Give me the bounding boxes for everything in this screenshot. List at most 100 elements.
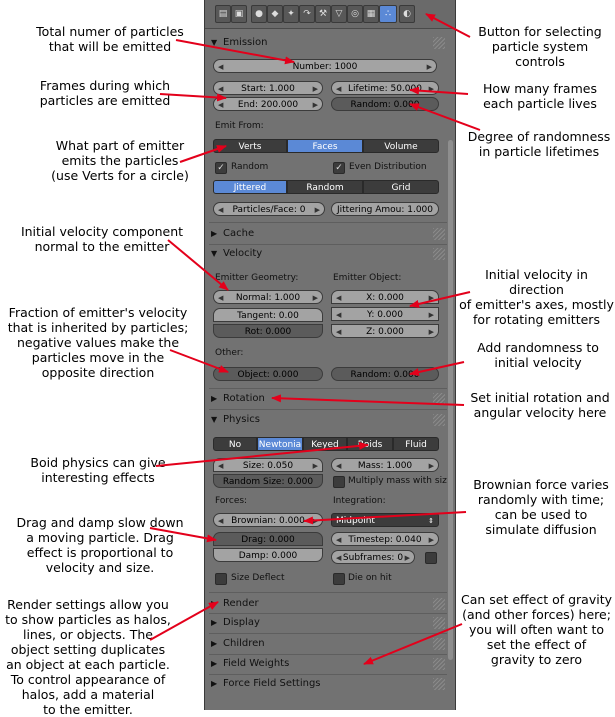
physics-type-keyed[interactable]: Keyed xyxy=(303,437,347,451)
tab-texture[interactable]: ◎ xyxy=(347,5,363,23)
tab-render[interactable]: ▤ xyxy=(215,5,231,23)
emission-header[interactable]: ▼ Emission xyxy=(211,34,447,52)
distribution-jittered[interactable]: Jittered xyxy=(213,180,287,194)
decrement-arrow-icon[interactable]: ◀ xyxy=(336,325,341,339)
decrement-arrow-icon[interactable]: ◀ xyxy=(218,291,223,305)
physics-type-newtonian[interactable]: Newtonia xyxy=(257,437,303,451)
physics-type-boids[interactable]: Boids xyxy=(347,437,393,451)
increment-arrow-icon[interactable]: ▶ xyxy=(427,60,432,74)
tab-particles[interactable]: ∴ xyxy=(379,5,397,23)
decrement-arrow-icon[interactable]: ◀ xyxy=(336,291,341,305)
drag-handle-icon[interactable] xyxy=(433,228,445,240)
tab-world[interactable]: ● xyxy=(251,5,267,23)
mass-field[interactable]: ◀ Mass: 1.000 ▶ xyxy=(331,458,439,472)
tangent-velocity-field[interactable]: Tangent: 0.00 xyxy=(213,308,323,322)
drag-handle-icon[interactable] xyxy=(433,617,445,629)
increment-arrow-icon[interactable]: ▶ xyxy=(429,459,434,473)
subframes-option-checkbox[interactable] xyxy=(425,552,437,564)
tab-scene[interactable]: ▣ xyxy=(231,5,247,23)
render-header[interactable]: ▶ Render xyxy=(211,595,447,613)
drag-handle-icon[interactable] xyxy=(433,393,445,405)
increment-arrow-icon[interactable]: ▶ xyxy=(429,308,434,322)
damp-field[interactable]: Damp: 0.000 xyxy=(213,548,323,562)
object-velocity-field[interactable]: Object: 0.000 xyxy=(213,367,323,381)
rotation-header[interactable]: ▶ Rotation xyxy=(211,390,447,408)
tab-data[interactable]: ⚒ xyxy=(315,5,331,23)
drag-handle-icon[interactable] xyxy=(433,37,445,49)
velocity-header[interactable]: ▼ Velocity xyxy=(211,245,447,263)
physics-header[interactable]: ▼ Physics xyxy=(211,411,447,429)
decrement-arrow-icon[interactable]: ◀ xyxy=(218,514,223,528)
force-field-settings-header[interactable]: ▶ Force Field Settings xyxy=(211,675,447,693)
rot-field[interactable]: Rot: 0.000 xyxy=(213,324,323,338)
lifetime-field[interactable]: ◀ Lifetime: 50.000 ▶ xyxy=(331,81,439,95)
decrement-arrow-icon[interactable]: ◀ xyxy=(218,203,223,217)
increment-arrow-icon[interactable]: ▶ xyxy=(429,325,434,339)
subframes-field[interactable]: ◀ Subframes: 0 ▶ xyxy=(331,550,415,564)
panel-scrollbar[interactable] xyxy=(448,140,453,660)
decrement-arrow-icon[interactable]: ◀ xyxy=(336,551,341,565)
display-header[interactable]: ▶ Display xyxy=(211,614,447,632)
increment-arrow-icon[interactable]: ▶ xyxy=(429,291,434,305)
tab-constraints[interactable]: ✦ xyxy=(283,5,299,23)
random-size-field[interactable]: Random Size: 0.000 xyxy=(213,474,323,488)
object-z-field[interactable]: ◀ Z: 0.000 ▶ xyxy=(331,324,439,338)
tab-object[interactable]: ◆ xyxy=(267,5,283,23)
drag-handle-icon[interactable] xyxy=(433,598,445,610)
tab-physics-other[interactable]: ▦ xyxy=(363,5,379,23)
brownian-field[interactable]: ◀ Brownian: 0.000 ▶ xyxy=(213,513,323,527)
drag-handle-icon[interactable] xyxy=(433,248,445,260)
tab-material[interactable]: ▽ xyxy=(331,5,347,23)
particles-per-face-field[interactable]: ◀ Particles/Face: 0 ▶ xyxy=(213,202,325,216)
decrement-arrow-icon[interactable]: ◀ xyxy=(218,82,223,96)
random-checkbox[interactable]: ✓ xyxy=(215,162,227,174)
decrement-arrow-icon[interactable]: ◀ xyxy=(336,459,341,473)
increment-arrow-icon[interactable]: ▶ xyxy=(313,98,318,112)
tab-modifiers[interactable]: ↷ xyxy=(299,5,315,23)
size-field[interactable]: ◀ Size: 0.050 ▶ xyxy=(213,458,323,472)
decrement-arrow-icon[interactable]: ◀ xyxy=(218,459,223,473)
die-on-hit-checkbox[interactable] xyxy=(333,573,345,585)
normal-velocity-field[interactable]: ◀ Normal: 1.000 ▶ xyxy=(213,290,323,304)
children-header[interactable]: ▶ Children xyxy=(211,635,447,653)
increment-arrow-icon[interactable]: ▶ xyxy=(405,551,410,565)
increment-arrow-icon[interactable]: ▶ xyxy=(313,291,318,305)
emit-from-volume[interactable]: Volume xyxy=(363,139,439,153)
physics-type-fluid[interactable]: Fluid xyxy=(393,437,439,451)
distribution-grid[interactable]: Grid xyxy=(363,180,439,194)
jittering-amount-field[interactable]: Jittering Amou: 1.000 xyxy=(331,202,439,216)
physics-type-no[interactable]: No xyxy=(213,437,257,451)
velocity-random-field[interactable]: Random: 0.000 xyxy=(331,367,439,381)
decrement-arrow-icon[interactable]: ◀ xyxy=(336,82,341,96)
drag-field[interactable]: Drag: 0.000 xyxy=(213,532,323,546)
drag-handle-icon[interactable] xyxy=(433,658,445,670)
size-deflect-checkbox[interactable] xyxy=(215,573,227,585)
integrator-dropdown[interactable]: Midpoint ⇕ xyxy=(331,513,439,527)
increment-arrow-icon[interactable]: ▶ xyxy=(429,82,434,96)
distribution-random[interactable]: Random xyxy=(287,180,363,194)
decrement-arrow-icon[interactable]: ◀ xyxy=(218,60,223,74)
decrement-arrow-icon[interactable]: ◀ xyxy=(336,533,341,547)
increment-arrow-icon[interactable]: ▶ xyxy=(313,514,318,528)
emit-from-faces[interactable]: Faces xyxy=(287,139,363,153)
multiply-mass-checkbox[interactable] xyxy=(333,476,345,488)
increment-arrow-icon[interactable]: ▶ xyxy=(429,533,434,547)
emit-from-verts[interactable]: Verts xyxy=(213,139,287,153)
timestep-field[interactable]: ◀ Timestep: 0.040 ▶ xyxy=(331,532,439,546)
end-field[interactable]: ◀ End: 200.000 ▶ xyxy=(213,97,323,111)
increment-arrow-icon[interactable]: ▶ xyxy=(313,459,318,473)
start-field[interactable]: ◀ Start: 1.000 ▶ xyxy=(213,81,323,95)
drag-handle-icon[interactable] xyxy=(433,678,445,690)
increment-arrow-icon[interactable]: ▶ xyxy=(315,203,320,217)
decrement-arrow-icon[interactable]: ◀ xyxy=(336,308,341,322)
object-y-field[interactable]: ◀ Y: 0.000 ▶ xyxy=(331,307,439,321)
number-field[interactable]: ◀ Number: 1000 ▶ xyxy=(213,59,437,73)
drag-handle-icon[interactable] xyxy=(433,414,445,426)
tab-physics[interactable]: ◐ xyxy=(399,5,415,23)
drag-handle-icon[interactable] xyxy=(433,638,445,650)
object-x-field[interactable]: ◀ X: 0.000 ▶ xyxy=(331,290,439,304)
lifetime-random-field[interactable]: Random: 0.000 xyxy=(331,97,439,111)
even-distribution-checkbox[interactable]: ✓ xyxy=(333,162,345,174)
cache-header[interactable]: ▶ Cache xyxy=(211,225,447,243)
decrement-arrow-icon[interactable]: ◀ xyxy=(218,98,223,112)
